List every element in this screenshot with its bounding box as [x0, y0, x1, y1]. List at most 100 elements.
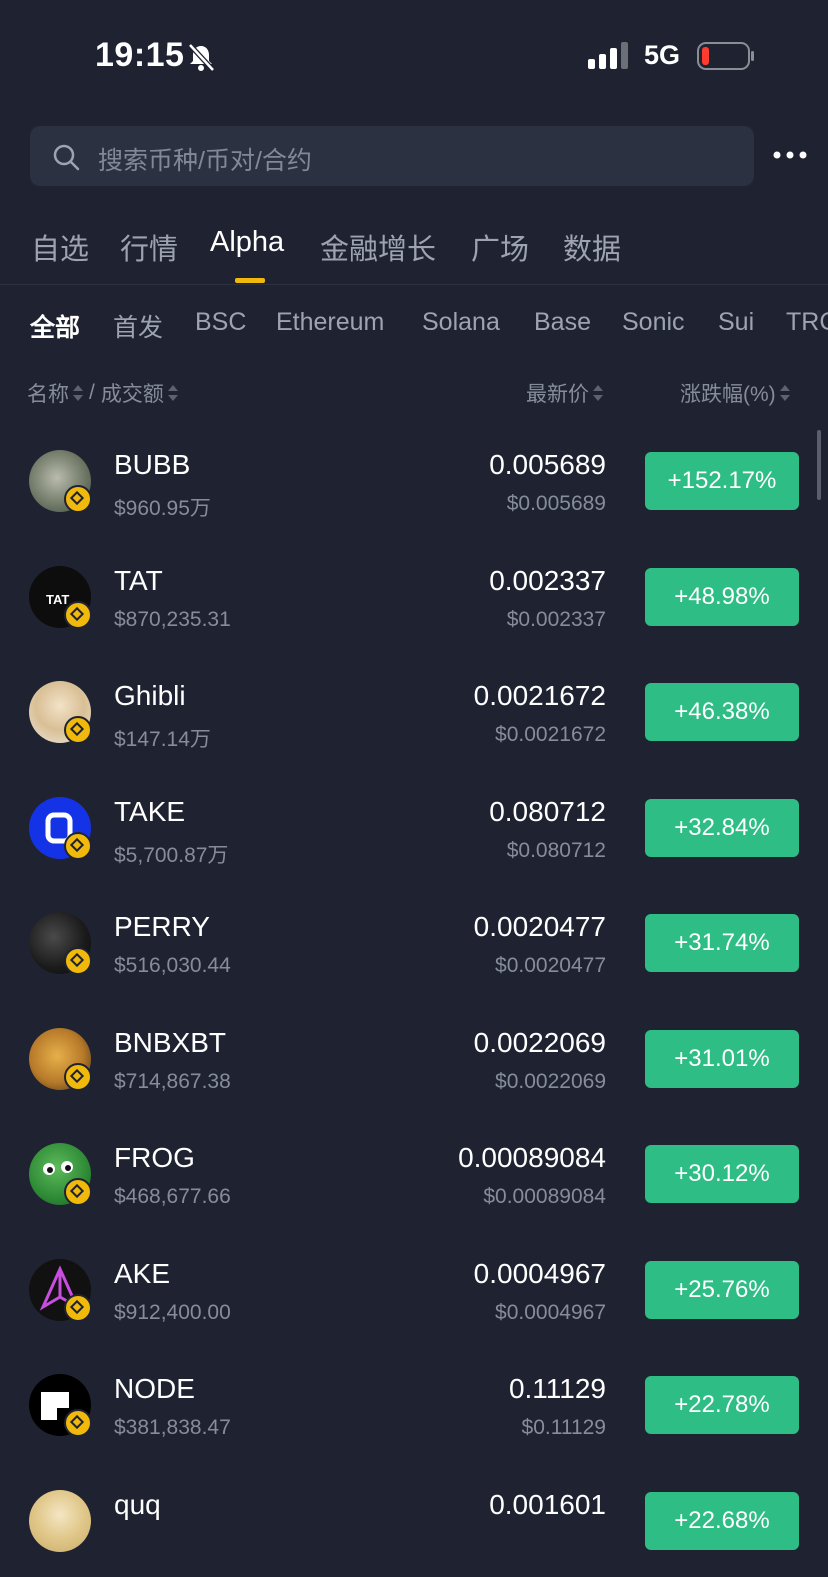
change-badge[interactable]: +46.38% [645, 683, 799, 741]
token-price: 0.11129 [508, 1373, 606, 1404]
main-tabs: 自选 行情 Alpha 金融增长 广场 数据 [0, 222, 828, 285]
token-price-usd: $0.0020477 [495, 954, 606, 977]
token-volume: $381,838.47 [114, 1416, 231, 1439]
change-badge[interactable]: +22.68% [645, 1491, 799, 1550]
token-row[interactable]: TAT TAT $870,235.31 0.002337 $0.002337 +… [0, 538, 828, 653]
token-row[interactable]: AKE $912,400.00 0.0004967 $0.0004967 +25… [0, 1231, 828, 1346]
bnb-chain-icon [64, 947, 92, 975]
bnb-chain-icon [64, 600, 92, 629]
token-volume: $468,677.66 [114, 1185, 231, 1208]
token-price-usd: $0.0022069 [495, 1069, 606, 1093]
token-price-usd: $0.080712 [506, 838, 606, 862]
bnb-chain-icon [64, 1293, 92, 1322]
chain-filter-bar: 全部 首发 BSC Ethereum Solana Base Sonic Sui… [0, 306, 828, 346]
column-header-name[interactable]: 名称 / 成交额 [27, 378, 178, 408]
header-name-label: 名称 [27, 383, 69, 406]
tab-finance-growth[interactable]: 金融增长 [320, 226, 436, 268]
token-symbol: BUBB [114, 449, 191, 480]
header-change-label: 涨跌幅(%) [680, 383, 776, 406]
tab-square[interactable]: 广场 [471, 226, 529, 268]
token-volume: $960.95万 [114, 497, 211, 520]
token-symbol: Ghibli [114, 680, 186, 711]
filter-first-launch[interactable]: 首发 [113, 308, 163, 344]
change-badge[interactable]: +31.01% [645, 1029, 799, 1088]
token-price-usd: $0.0004967 [495, 1300, 606, 1324]
tab-favorites[interactable]: 自选 [31, 226, 89, 268]
token-price-usd: $0.0021672 [495, 723, 606, 746]
quq-avatar [29, 1489, 91, 1552]
search-bar[interactable]: 搜索币种/币对/合约 [30, 126, 754, 186]
change-badge[interactable]: +152.17% [645, 452, 799, 510]
battery-icon [697, 42, 754, 70]
bnb-chain-icon [64, 485, 92, 513]
token-volume: $870,235.31 [114, 607, 231, 631]
token-price-usd: $0.002337 [506, 607, 606, 631]
token-row[interactable]: Ghibli $147.14万 0.0021672 $0.0021672 +46… [0, 653, 828, 768]
token-row[interactable]: PERRY $516,030.44 0.0020477 $0.0020477 +… [0, 884, 828, 999]
token-symbol: AKE [114, 1257, 171, 1289]
sort-icon [73, 384, 83, 402]
column-header-price[interactable]: 最新价 [526, 378, 603, 408]
bnb-chain-icon [64, 716, 92, 744]
token-row[interactable]: BUBB $960.95万 0.005689 $0.005689 +152.17… [0, 422, 828, 537]
change-badge[interactable]: +32.84% [645, 798, 799, 857]
token-price-usd: $0.00089084 [483, 1185, 606, 1208]
token-price: 0.0021672 [473, 680, 606, 711]
filter-bsc[interactable]: BSC [195, 308, 246, 337]
token-price: 0.080712 [489, 795, 606, 827]
change-badge[interactable]: +30.12% [645, 1145, 799, 1203]
filter-sonic[interactable]: Sonic [622, 308, 685, 337]
change-badge[interactable]: +25.76% [645, 1260, 799, 1319]
search-icon [53, 144, 80, 171]
token-price-usd: $0.11129 [521, 1416, 606, 1439]
network-type: 5G [644, 40, 681, 70]
token-symbol: BNBXBT [114, 1026, 227, 1058]
filter-ethereum[interactable]: Ethereum [276, 308, 384, 337]
token-price: 0.0004967 [473, 1257, 606, 1289]
change-badge[interactable]: +31.74% [645, 914, 799, 972]
filter-all[interactable]: 全部 [30, 308, 80, 344]
bnb-chain-icon [64, 831, 92, 860]
column-header-change[interactable]: 涨跌幅(%) [680, 378, 790, 408]
status-time: 19:15 [95, 36, 185, 74]
token-row[interactable]: quq 0.001601 +22.68% [0, 1462, 828, 1577]
token-row[interactable]: TAKE $5,700.87万 0.080712 $0.080712 +32.8… [0, 769, 828, 884]
bnb-chain-icon [64, 1409, 92, 1437]
bnb-chain-icon [64, 1062, 92, 1091]
token-price: 0.0020477 [473, 911, 606, 942]
token-price: 0.005689 [489, 449, 606, 480]
tab-data[interactable]: 数据 [563, 226, 621, 268]
scrollbar[interactable] [817, 430, 821, 500]
sort-icon [593, 384, 603, 402]
token-row[interactable]: FROG $468,677.66 0.00089084 $0.00089084 … [0, 1115, 828, 1230]
token-symbol: NODE [114, 1373, 195, 1404]
header-separator: / [89, 381, 95, 404]
sort-icon [167, 384, 178, 402]
token-volume: $516,030.44 [114, 954, 231, 977]
token-price: 0.001601 [489, 1488, 606, 1520]
token-volume: $147.14万 [114, 728, 211, 751]
token-price: 0.0022069 [473, 1026, 606, 1058]
active-tab-indicator [235, 278, 265, 283]
svg-text:TAT: TAT [46, 592, 69, 607]
filter-sui[interactable]: Sui [718, 308, 754, 337]
silent-bell-icon [188, 43, 215, 72]
token-symbol: quq [114, 1488, 161, 1520]
token-volume: $5,700.87万 [114, 843, 229, 867]
token-price-usd: $0.005689 [506, 492, 606, 515]
header-volume-label: 成交额 [100, 383, 164, 406]
token-price: 0.00089084 [458, 1142, 606, 1173]
change-badge[interactable]: +48.98% [645, 567, 799, 626]
filter-trc[interactable]: TRC [786, 308, 828, 337]
filter-base[interactable]: Base [534, 308, 591, 337]
filter-solana[interactable]: Solana [422, 308, 500, 337]
token-row[interactable]: NODE $381,838.47 0.11129 $0.11129 +22.78… [0, 1346, 828, 1461]
tab-alpha[interactable]: Alpha [210, 226, 284, 259]
token-volume: $714,867.38 [114, 1069, 231, 1093]
change-badge[interactable]: +22.78% [645, 1376, 799, 1434]
header-price-label: 最新价 [526, 383, 589, 406]
more-options-icon[interactable] [772, 140, 808, 170]
token-row[interactable]: BNBXBT $714,867.38 0.0022069 $0.0022069 … [0, 1000, 828, 1115]
tab-market[interactable]: 行情 [120, 226, 178, 268]
token-symbol: TAT [114, 564, 163, 596]
